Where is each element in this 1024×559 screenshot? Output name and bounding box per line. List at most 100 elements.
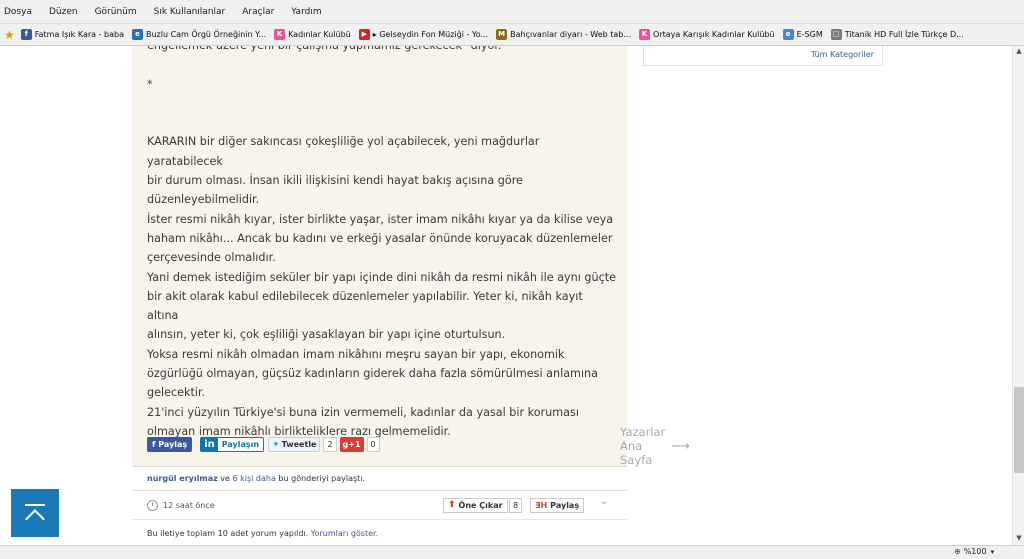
- favorite-label: ▸ Gelseydin Fon Müziği - Yo...: [372, 30, 489, 39]
- menu-item-3[interactable]: Sık Kullanılanlar: [154, 7, 226, 17]
- facebook-share-label: Paylaş: [158, 440, 188, 449]
- arrow-right-icon: ⟶: [671, 438, 690, 454]
- comments-count-text: Bu iletiye toplam 10 adet yorum yapıldı.: [147, 529, 311, 538]
- favorite-link[interactable]: e E-SGM: [782, 29, 823, 40]
- favorite-link[interactable]: ▶ ▸ Gelseydin Fon Müziği - Yo...: [358, 29, 489, 40]
- favorite-label: Kadınlar Kulübü: [288, 30, 351, 39]
- page-icon: □: [830, 29, 842, 40]
- zoom-control[interactable]: ⊕ %100 ▾: [954, 547, 994, 556]
- others-link[interactable]: 6 kişi daha: [233, 474, 276, 483]
- twitter-bird-icon: ✦: [272, 439, 280, 450]
- post-time: 12 saat önce: [163, 500, 215, 510]
- favorite-link[interactable]: e Buzlu Cam Örgü Örneğinin Y...: [131, 29, 267, 40]
- authors-home-link[interactable]: Yazarlar Ana Sayfa ⟶: [620, 425, 690, 467]
- chevron-up-icon: [25, 509, 45, 529]
- favorites-star-icon[interactable]: ★: [4, 28, 15, 42]
- favorite-label: Ortaya Karışık Kadınlar Kulübü: [653, 30, 775, 39]
- favorite-label: Titanik HD Full İzle Türkçe D...: [844, 30, 964, 39]
- article-line: Yoksa resmi nikâh olmadan imam nikâhını …: [147, 347, 565, 361]
- post-share-button[interactable]: ∃H Paylaş: [530, 498, 585, 513]
- scroll-top-bar-icon: [25, 504, 45, 506]
- post-actions-bar: 12 saat önce ⬆ Öne Çıkar 8 ∃H Paylaş ⌄: [132, 491, 627, 520]
- favorite-link[interactable]: f Fatma Işık Kara - baba: [20, 29, 124, 40]
- favorite-link[interactable]: □ Titanik HD Full İzle Türkçe D...: [830, 29, 964, 40]
- scroll-to-top-button[interactable]: [11, 489, 59, 537]
- article-line: [147, 55, 617, 74]
- article-line: çerçevesinde olmalıdır.: [147, 251, 276, 265]
- favorite-label: Bahçıvanlar diyarı - Web tab...: [510, 30, 632, 39]
- article-body: engellemek üzere yeni bir çalışma yapmam…: [147, 46, 617, 441]
- article-line: [147, 113, 617, 132]
- bahcivanlar-icon: M: [496, 29, 508, 40]
- categories-box: Tüm Kategoriler: [643, 46, 883, 66]
- chevron-down-icon[interactable]: ⌄: [600, 496, 608, 507]
- tweet-count: 2: [323, 437, 337, 452]
- article-line: düzenleyebilmelidir.: [147, 193, 260, 207]
- favorite-label: Buzlu Cam Örgü Örneğinin Y...: [145, 30, 267, 39]
- menu-item-2[interactable]: Görünüm: [95, 7, 137, 17]
- scrollbar-thumb[interactable]: [1014, 387, 1024, 473]
- comments-summary: Bu iletiye toplam 10 adet yorum yapıldı.…: [147, 529, 378, 538]
- ie-page-icon: e: [782, 29, 794, 40]
- tweet-label: Tweetle: [281, 440, 317, 449]
- sharer-name-link[interactable]: nurgül eryılmaz: [147, 474, 218, 483]
- arrow-up-icon: ⬆: [448, 500, 456, 510]
- zoom-level: %100: [963, 547, 987, 556]
- menu-bar: Dosya Düzen Görünüm Sık Kullanılanlar Araçla…: [0, 0, 1024, 24]
- chevron-down-icon: ▾: [990, 547, 995, 556]
- linkedin-share-button[interactable]: in Paylaşın: [200, 437, 265, 452]
- article-line: [147, 94, 617, 113]
- share-buttons: f Paylaş in Paylaşın ✦ Tweetle 2 g+1 0: [147, 437, 383, 452]
- tweet-button[interactable]: ✦ Tweetle: [268, 437, 321, 452]
- gplus-button[interactable]: g+1: [339, 437, 364, 452]
- favorite-label: Fatma Işık Kara - baba: [34, 30, 124, 39]
- web-page: Tüm Kategoriler engellemek üzere yeni bi…: [0, 46, 1012, 545]
- article-line: bir akit olarak kabul edilebilecek düzen…: [147, 289, 583, 323]
- menu-item-0[interactable]: Dosya: [4, 7, 32, 17]
- kadinlar-kulubu-icon: K: [639, 29, 651, 40]
- favorite-label: E-SGM: [796, 30, 823, 39]
- scroll-down-arrow-icon[interactable]: ▼: [1014, 534, 1024, 544]
- show-comments-link[interactable]: Yorumları göster.: [311, 529, 378, 538]
- zoom-icon: ⊕: [954, 547, 961, 556]
- facebook-icon: f: [20, 29, 32, 40]
- facebook-share-button[interactable]: f Paylaş: [147, 437, 193, 452]
- favorites-bar: ★ f Fatma Işık Kara - baba e Buzlu Cam Örgü…: [0, 24, 1024, 46]
- status-bar: ⊕ %100 ▾: [0, 545, 1024, 559]
- article-line: haham nikâhı... Ancak bu kadını ve erkeğ…: [147, 231, 613, 245]
- menu-item-4[interactable]: Araçlar: [242, 7, 274, 17]
- post-share-label: Paylaş: [550, 501, 580, 510]
- upvote-button[interactable]: ⬆ Öne Çıkar: [443, 498, 508, 513]
- upvote-count: 8: [509, 498, 523, 513]
- article-line: özgürlüğü olmayan, güçsüz kadınların gid…: [147, 367, 598, 381]
- article-line: Yani demek istediğim seküler bir yapı iç…: [147, 270, 617, 284]
- kadinlar-kulubu-icon: K: [274, 29, 286, 40]
- authors-home-label: Yazarlar Ana Sayfa: [620, 425, 666, 467]
- article-line: gelecektir.: [147, 386, 206, 400]
- upvote-label: Öne Çıkar: [458, 501, 503, 510]
- favorite-link[interactable]: K Ortaya Karışık Kadınlar Kulübü: [639, 29, 775, 40]
- article-line: İster resmi nikâh kıyar, ister birlikte …: [147, 212, 614, 226]
- shared-by-tail: bu gönderiyi paylaştı.: [275, 474, 366, 483]
- article-line: *: [147, 77, 153, 91]
- article-line: 21'inci yüzyılın Türkiye'si buna izin ve…: [147, 405, 579, 419]
- share-icon: ∃H: [535, 501, 548, 510]
- all-categories-link[interactable]: Tüm Kategoriler: [811, 50, 874, 59]
- linkedin-share-label: Paylaşın: [221, 440, 260, 449]
- youtube-icon: ▶: [358, 29, 370, 40]
- article-line: KARARIN bir diğer sakıncası çokeşliliğe …: [147, 135, 540, 168]
- shared-by-conjunction: ve: [217, 474, 233, 483]
- favorite-link[interactable]: M Bahçıvanlar diyarı - Web tab...: [496, 29, 631, 40]
- article-panel: engellemek üzere yeni bir çalışma yapmam…: [132, 46, 690, 511]
- article-line: bir durum olması. İnsan ikili ilişkisini…: [147, 174, 523, 188]
- shared-by-line: nurgül eryılmaz ve 6 kişi daha bu gönder…: [132, 466, 627, 491]
- vertical-scrollbar[interactable]: ▲ ▼: [1012, 46, 1024, 545]
- menu-item-1[interactable]: Düzen: [49, 7, 78, 17]
- article-line: alınsın, yeter ki, çok eşliliği yasaklay…: [147, 328, 506, 342]
- gplus-count: 0: [366, 437, 380, 452]
- menu-item-5[interactable]: Yardım: [291, 7, 321, 17]
- linkedin-icon: in: [201, 438, 218, 451]
- scroll-up-arrow-icon[interactable]: ▲: [1014, 47, 1024, 57]
- clock-icon: [147, 499, 158, 511]
- favorite-link[interactable]: K Kadınlar Kulübü: [274, 29, 351, 40]
